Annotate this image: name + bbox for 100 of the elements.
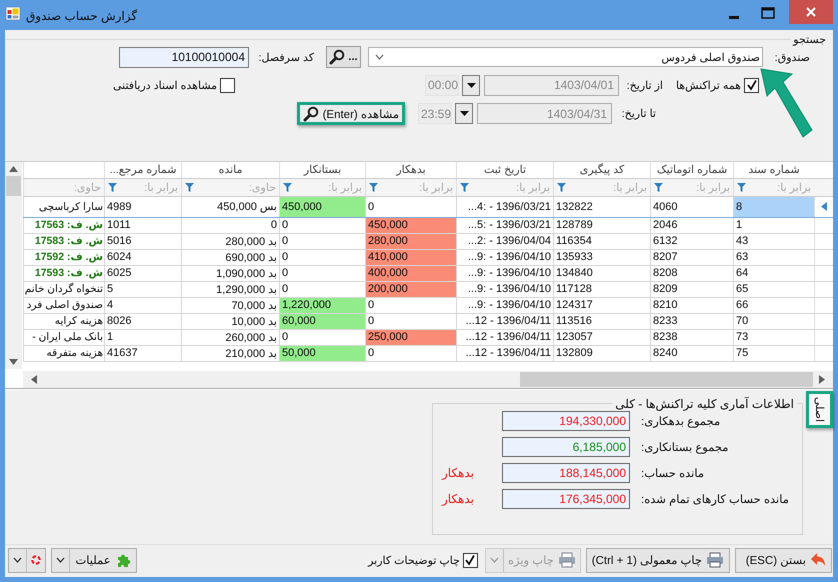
scrollbar-thumb[interactable] — [6, 176, 21, 196]
table-cell: 0 — [181, 218, 279, 233]
scroll-right-icon[interactable] — [819, 374, 825, 384]
table-cell: 200,000 — [365, 282, 456, 297]
table-cell: بد 210,000 — [181, 346, 279, 361]
column-header[interactable]: کد پیگیری — [553, 162, 650, 178]
table-cell: بد 280,000 — [181, 234, 279, 249]
table-cell: 41637 — [104, 346, 181, 361]
table-cell: 1011 — [104, 218, 181, 233]
table-cell: 43 — [733, 234, 814, 249]
table-cell: 1,220,000 — [279, 298, 365, 313]
column-header[interactable]: تاریخ ثبت — [456, 162, 553, 178]
table-cell: 5 — [104, 282, 181, 297]
table-cell: 132822 — [553, 196, 650, 217]
column-header[interactable]: مانده — [181, 162, 279, 178]
fund-label: صندوق: — [774, 50, 810, 64]
table-cell: ش. ف: 17563 — [23, 218, 104, 233]
puzzle-icon — [116, 552, 132, 568]
dropdown-button[interactable] — [462, 74, 480, 96]
side-tab[interactable]: اصلی — [809, 394, 830, 425]
table-cell: بد 690,000 — [181, 250, 279, 265]
printer-icon — [706, 552, 724, 568]
table-cell: بد 1,090,000 — [181, 266, 279, 281]
account-code-field[interactable]: 10100010004 — [119, 46, 249, 68]
table-cell: ش. ف: 17583 — [23, 234, 104, 249]
chevron-icon — [490, 557, 499, 564]
column-header[interactable]: بستانکار — [279, 162, 365, 178]
filter-icon[interactable] — [737, 182, 746, 192]
minimize-icon — [729, 16, 739, 18]
table-cell: 6132 — [650, 234, 733, 249]
filter-icon[interactable] — [557, 182, 566, 192]
close-button[interactable] — [789, 0, 833, 24]
column-header[interactable]: شماره اتوماتیک — [650, 162, 733, 178]
stat-label: مانده حساب کارهای تمام شده: — [641, 492, 790, 506]
horizontal-scrollbar[interactable] — [23, 370, 833, 388]
scrollbar-thumb[interactable] — [520, 372, 813, 387]
current-row-icon — [821, 202, 827, 212]
all-transactions-checkbox[interactable]: همه تراکنش‌ها — [671, 78, 759, 92]
window-title: گزارش حساب صندوق — [26, 9, 138, 23]
dropdown-button[interactable] — [455, 103, 473, 124]
table-cell: ...12 - 1396/04/11 — [456, 346, 553, 361]
table-cell: 0 — [279, 250, 365, 265]
browse-button[interactable]: ... — [326, 46, 361, 68]
column-header[interactable]: بدهکار — [365, 162, 456, 178]
filter-icon[interactable] — [460, 182, 469, 192]
table-cell: 135933 — [553, 250, 650, 265]
back-arrow-icon — [810, 552, 826, 568]
table-cell: بس 450,000 — [181, 196, 279, 217]
column-header[interactable]: شماره سند — [733, 162, 814, 178]
table-cell: بد 70,000 — [181, 298, 279, 313]
stat-value-field: 6,185,000 — [502, 436, 630, 457]
filter-icon[interactable] — [185, 182, 194, 192]
actions-button[interactable]: عملیات — [51, 548, 137, 573]
receivables-checkbox[interactable]: مشاهده اسناد دریافتنی — [113, 78, 236, 92]
table-cell: 6025 — [104, 266, 181, 281]
maximize-icon — [761, 7, 775, 19]
close-dialog-button[interactable]: بستن (ESC) — [735, 548, 832, 573]
filter-icon[interactable] — [654, 182, 663, 192]
table-cell: 4989 — [104, 196, 181, 217]
table-cell: 63 — [733, 250, 814, 265]
table-cell: 134840 — [553, 266, 650, 281]
close-icon — [805, 6, 817, 18]
table-cell: 75 — [733, 346, 814, 361]
scroll-left-icon[interactable] — [31, 374, 37, 384]
to-date-label: تا تاریخ: — [620, 107, 656, 120]
table-cell: ...12 - 1396/04/11 — [456, 314, 553, 329]
table-cell: 8210 — [650, 298, 733, 313]
account-code-label: کد سرفصل: — [257, 50, 314, 64]
table-cell: 8207 — [650, 250, 733, 265]
table-cell: 8240 — [650, 346, 733, 361]
filter-icon[interactable] — [369, 182, 378, 192]
help-button[interactable] — [8, 548, 46, 573]
table-cell: 8208 — [650, 266, 733, 281]
filter-icon[interactable] — [108, 182, 117, 192]
table-cell: ...4: - 1396/03/21 — [456, 196, 553, 217]
table-cell: بد 10,000 — [181, 314, 279, 329]
vertical-scrollbar[interactable] — [5, 162, 22, 369]
print-notes-checkbox[interactable]: چاپ توضیحات کاربر — [368, 552, 478, 568]
column-header[interactable]: شماره مرجع... — [104, 162, 181, 178]
table-cell: 128789 — [553, 218, 650, 233]
table-cell: 50,000 — [279, 346, 365, 361]
group-title: جستجو — [792, 33, 827, 46]
filter-icon[interactable] — [283, 182, 292, 192]
table-cell: 66 — [733, 298, 814, 313]
table-cell: 2046 — [650, 218, 733, 233]
print-button[interactable]: چاپ معمولی (Ctrl + 1) — [586, 548, 730, 573]
table-cell: 123057 — [553, 330, 650, 345]
view-button[interactable]: مشاهده (Enter) — [300, 105, 402, 122]
chevron-icon — [56, 557, 65, 564]
table-cell: 70 — [733, 314, 814, 329]
scroll-down-icon[interactable] — [9, 358, 18, 365]
scroll-up-icon[interactable] — [9, 166, 18, 172]
table-cell: بانک ملی ایران - — [23, 330, 104, 345]
table-cell: 60,000 — [279, 314, 365, 329]
checkmark-icon — [746, 79, 758, 91]
stat-value-field: 176,345,000 — [502, 488, 630, 509]
fund-dropdown[interactable]: صندوق اصلی فردوس — [368, 47, 763, 67]
dropdown-arrow-icon — [460, 111, 468, 116]
stat-value-field: 188,145,000 — [502, 462, 630, 483]
table-cell: 8 — [733, 196, 814, 217]
